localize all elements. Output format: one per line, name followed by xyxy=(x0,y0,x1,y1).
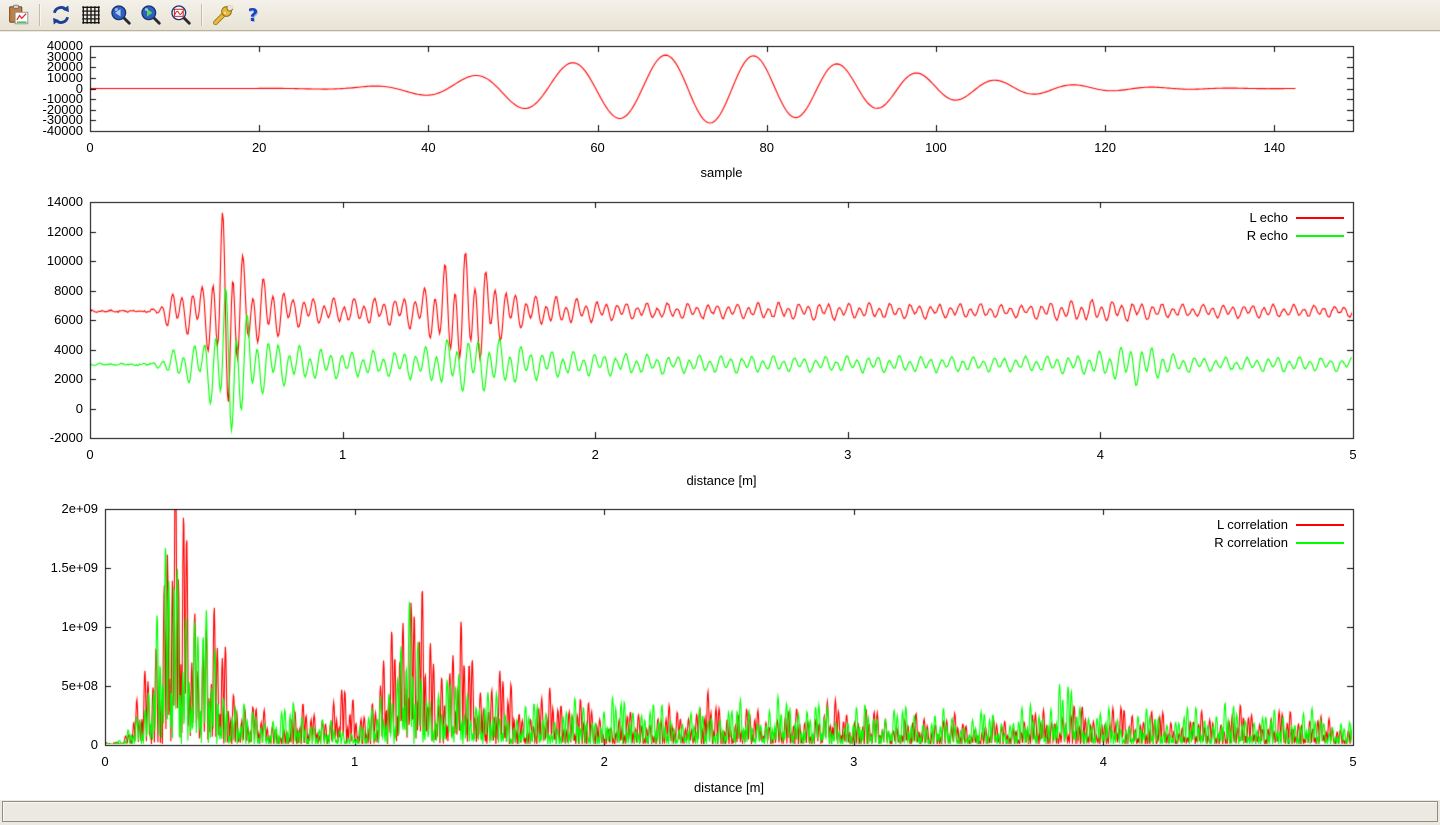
zoom-next-button[interactable] xyxy=(138,2,164,28)
autoscale-button[interactable] xyxy=(168,2,194,28)
toolbar-separator xyxy=(201,4,203,26)
status-text xyxy=(3,804,9,818)
plot-canvas[interactable] xyxy=(0,32,1440,800)
question-mark-icon: ? xyxy=(248,5,258,26)
configure-button[interactable] xyxy=(210,2,236,28)
magnifier-left-arrow-icon xyxy=(110,4,132,26)
grid-icon xyxy=(80,4,102,26)
help-button[interactable]: ? xyxy=(240,2,266,28)
status-bar xyxy=(2,801,1438,822)
toolbar-separator xyxy=(39,4,41,26)
replot-button[interactable] xyxy=(48,2,74,28)
magnifier-plot-icon xyxy=(170,4,192,26)
plot-area: 020406080100120140-40000-30000-20000-100… xyxy=(0,32,1440,800)
wrench-icon xyxy=(212,4,234,26)
toolbar: ? xyxy=(0,0,1440,31)
clipboard-chart-icon xyxy=(8,4,30,26)
magnifier-right-arrow-icon xyxy=(140,4,162,26)
gnuplot-window: ? 020406080100120140-40000-30000-20000-1… xyxy=(0,0,1440,825)
refresh-icon xyxy=(50,4,72,26)
toggle-grid-button[interactable] xyxy=(78,2,104,28)
copy-to-clipboard-button[interactable] xyxy=(6,2,32,28)
zoom-previous-button[interactable] xyxy=(108,2,134,28)
